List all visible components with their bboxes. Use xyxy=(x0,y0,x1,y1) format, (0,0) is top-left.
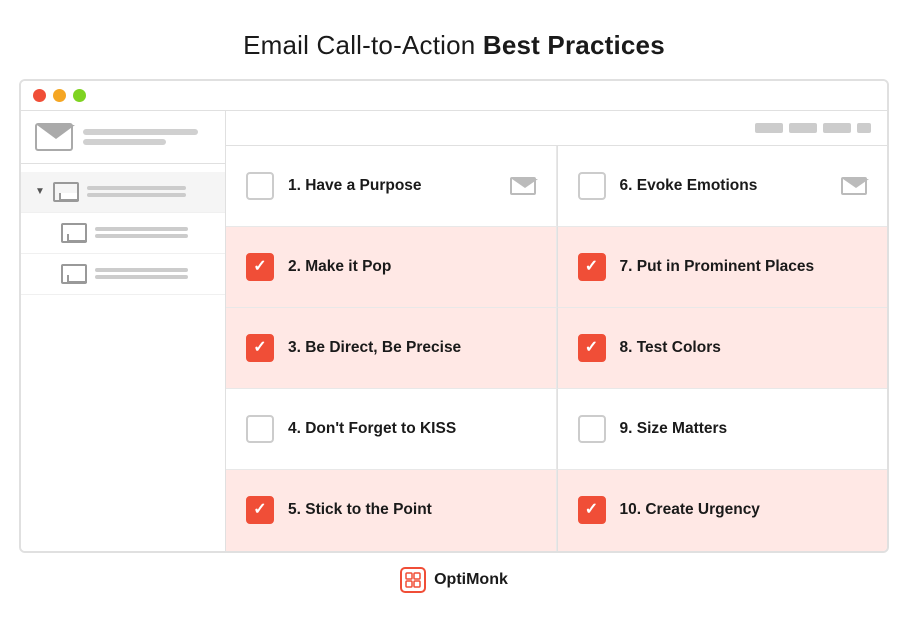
checklist-item-2: 2. Make it Pop xyxy=(226,227,557,308)
toolbar-block-1 xyxy=(755,123,783,133)
page-title: Email Call-to-Action Best Practices xyxy=(243,30,665,61)
envelope-icon-1 xyxy=(510,177,536,195)
toolbar-block-4 xyxy=(857,123,871,133)
item-label-6: 6. Evoke Emotions xyxy=(620,177,828,195)
sidebar-lines xyxy=(83,129,211,145)
checkbox-5[interactable] xyxy=(246,496,274,524)
sidebar-header xyxy=(21,111,225,164)
checklist-item-7: 7. Put in Prominent Places xyxy=(557,227,888,308)
main-toolbar xyxy=(226,111,887,146)
checkbox-3[interactable] xyxy=(246,334,274,362)
checkbox-4[interactable] xyxy=(246,415,274,443)
item-label-1: 1. Have a Purpose xyxy=(288,177,496,195)
text-lines-2 xyxy=(95,227,211,238)
checklist-item-10: 10. Create Urgency xyxy=(557,470,888,550)
item-label-4: 4. Don't Forget to KISS xyxy=(288,420,536,438)
text-line xyxy=(95,275,188,279)
item-label-8: 8. Test Colors xyxy=(620,339,868,357)
minimize-dot[interactable] xyxy=(53,89,66,102)
checkbox-10[interactable] xyxy=(578,496,606,524)
checklist-item-8: 8. Test Colors xyxy=(557,308,888,389)
item-label-5: 5. Stick to the Point xyxy=(288,501,536,519)
checklist-item-9: 9. Size Matters xyxy=(557,389,888,470)
checkbox-2[interactable] xyxy=(246,253,274,281)
text-lines-3 xyxy=(95,268,211,279)
close-dot[interactable] xyxy=(33,89,46,102)
item-label-3: 3. Be Direct, Be Precise xyxy=(288,339,536,357)
toolbar-block-2 xyxy=(789,123,817,133)
sidebar-item-2[interactable] xyxy=(21,213,225,254)
maximize-dot[interactable] xyxy=(73,89,86,102)
item-label-9: 9. Size Matters xyxy=(620,420,868,438)
browser-content: ▼ xyxy=(21,111,887,551)
item-label-10: 10. Create Urgency xyxy=(620,501,868,519)
toolbar-block-3 xyxy=(823,123,851,133)
text-line xyxy=(95,227,188,231)
sidebar-item-1[interactable]: ▼ xyxy=(21,172,225,213)
checkbox-7[interactable] xyxy=(578,253,606,281)
checklist-item-3: 3. Be Direct, Be Precise xyxy=(226,308,557,389)
checklist-item-5: 5. Stick to the Point xyxy=(226,470,557,550)
sidebar: ▼ xyxy=(21,111,226,551)
sidebar-item-3[interactable] xyxy=(21,254,225,295)
sidebar-envelope-icon xyxy=(35,123,73,151)
checkbox-6[interactable] xyxy=(578,172,606,200)
envelope-icon-6 xyxy=(841,177,867,195)
browser-bar xyxy=(21,81,887,111)
checklist-grid: 1. Have a Purpose 6. Evoke Emotions 2. M… xyxy=(226,146,887,551)
checkbox-8[interactable] xyxy=(578,334,606,362)
text-line xyxy=(87,186,186,190)
text-lines-1 xyxy=(87,186,211,197)
sidebar-line-1 xyxy=(83,129,198,135)
optimonk-logo xyxy=(400,567,426,593)
item-label-7: 7. Put in Prominent Places xyxy=(620,258,868,276)
inbox-icon-3 xyxy=(61,264,87,284)
text-line xyxy=(87,193,186,197)
brand-footer: OptiMonk xyxy=(386,553,522,607)
main-area: 1. Have a Purpose 6. Evoke Emotions 2. M… xyxy=(226,111,887,551)
arrow-icon: ▼ xyxy=(35,186,45,197)
optimonk-logo-icon xyxy=(405,572,421,588)
text-line xyxy=(95,268,188,272)
checklist-item-6: 6. Evoke Emotions xyxy=(557,146,888,227)
checkbox-1[interactable] xyxy=(246,172,274,200)
checkbox-9[interactable] xyxy=(578,415,606,443)
inbox-icon-2 xyxy=(61,223,87,243)
brand-name: OptiMonk xyxy=(434,571,508,589)
checklist-item-1: 1. Have a Purpose xyxy=(226,146,557,227)
checklist-item-4: 4. Don't Forget to KISS xyxy=(226,389,557,470)
sidebar-items: ▼ xyxy=(21,164,225,303)
inbox-icon-1 xyxy=(53,182,79,202)
item-label-2: 2. Make it Pop xyxy=(288,258,536,276)
sidebar-line-2 xyxy=(83,139,166,145)
browser-window: ▼ xyxy=(19,79,889,553)
text-line xyxy=(95,234,188,238)
